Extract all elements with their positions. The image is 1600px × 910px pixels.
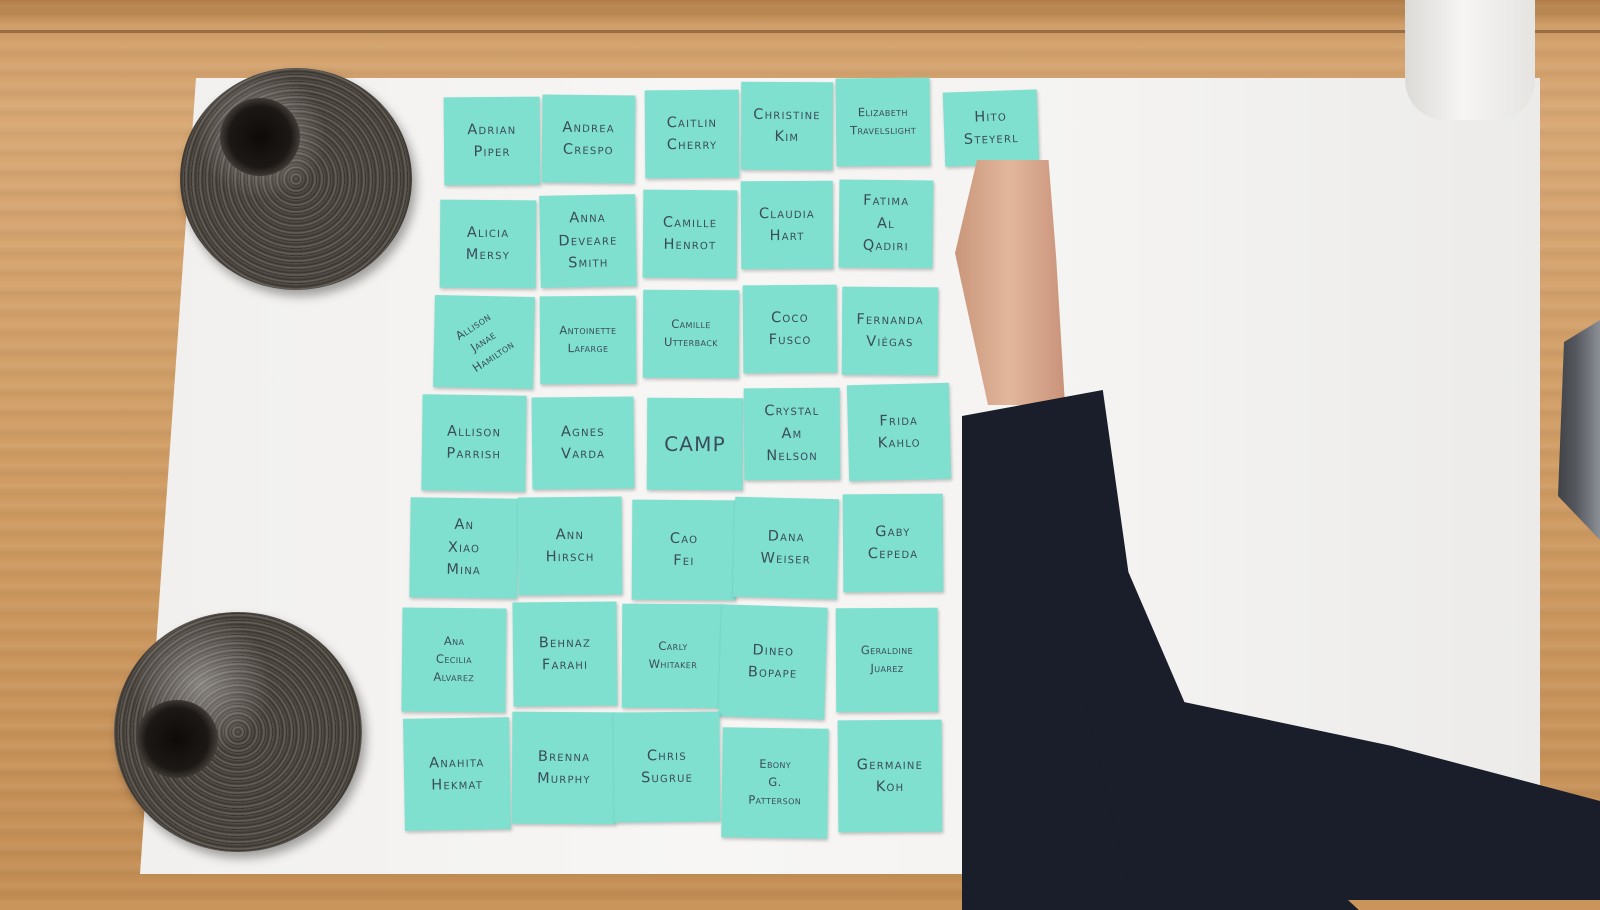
- sticky-note: Camille Utterback: [642, 289, 740, 379]
- note-label: Dana Weiser: [760, 528, 812, 568]
- sticky-note: Allison Parrish: [421, 394, 527, 492]
- note-label: Andrea Crespo: [562, 119, 615, 159]
- sticky-note-being-placed[interactable]: Hito Steyerl: [942, 89, 1040, 167]
- note-label: Cao Fei: [669, 530, 699, 570]
- sticky-note: Frida Kahlo: [846, 382, 952, 482]
- note-label: Germaine Koh: [856, 756, 924, 796]
- sticky-note: Fatima Al Qadiri: [838, 179, 934, 269]
- sticky-note: Dana Weiser: [732, 496, 840, 600]
- sticky-note: Chris Sugrue: [613, 711, 721, 823]
- note-label: Anahita Hekmat: [429, 754, 485, 794]
- sticky-note: Coco Fusco: [742, 284, 838, 374]
- sticky-note: Ebony G. Patterson: [721, 727, 829, 839]
- sticky-note: Andrea Crespo: [541, 94, 636, 184]
- note-label: Chris Sugrue: [641, 747, 694, 787]
- note-label: Brenna Murphy: [537, 748, 591, 788]
- sticky-note: Ana Cecilia Alvarez: [401, 607, 507, 713]
- sticky-note: An Xiao Mina: [409, 497, 519, 599]
- note-label: Fatima Al Qadiri: [862, 193, 910, 255]
- sticky-note: Elizabeth Travelslight: [835, 77, 931, 167]
- sticky-note: Allison Janae Hamilton: [433, 294, 535, 390]
- note-label: Caitlin Cherry: [666, 114, 718, 154]
- note-label: Frida Kahlo: [877, 412, 921, 452]
- note-label: Alicia Mersy: [465, 224, 511, 264]
- sticky-note: Caitlin Cherry: [644, 89, 740, 179]
- vase-opening: [220, 98, 300, 176]
- note-label: Fernanda Viégas: [856, 311, 924, 351]
- note-label: Geraldine Juarez: [860, 643, 914, 676]
- ceramic-vase-bottom: [114, 612, 362, 852]
- sticky-note: Ann Hirsch: [517, 496, 623, 596]
- note-label: Anna Deveare Smith: [558, 209, 618, 272]
- sticky-note: Cao Fei: [631, 499, 737, 601]
- note-label: Ana Cecilia Alvarez: [433, 634, 475, 685]
- sticky-note: Anna Deveare Smith: [539, 194, 637, 288]
- sticky-note: Gaby Cepeda: [842, 493, 944, 593]
- note-label: Behnaz Farahi: [538, 634, 592, 674]
- sticky-note: Dineo Bopape: [718, 604, 828, 720]
- note-label: Ann Hirsch: [545, 526, 595, 566]
- note-label: Allison Parrish: [446, 423, 502, 463]
- sticky-note: Fernanda Viégas: [841, 286, 939, 376]
- sticky-note: Crystal Am Nelson: [743, 387, 841, 481]
- note-label: Agnes Varda: [560, 423, 606, 463]
- sticky-note: Behnaz Farahi: [512, 601, 618, 707]
- sticky-note: Carly Whitaker: [621, 603, 725, 709]
- sticky-note: Geraldine Juarez: [835, 607, 939, 713]
- note-label: Hito Steyerl: [963, 107, 1020, 148]
- sticky-note: Christine Kim: [740, 81, 834, 171]
- sticky-note: Adrian Piper: [443, 96, 541, 186]
- sticky-note: CAMP: [646, 397, 744, 491]
- sticky-note: Camille Henrot: [642, 189, 738, 279]
- sticky-note: Alicia Mersy: [439, 199, 537, 289]
- note-label: Claudia Hart: [758, 205, 815, 245]
- table-seam: [0, 30, 1600, 33]
- sticky-note: Agnes Varda: [531, 396, 635, 490]
- note-label: Coco Fusco: [768, 309, 812, 349]
- sticky-note: Germaine Koh: [837, 719, 943, 833]
- note-label: Camille Utterback: [663, 317, 718, 350]
- note-label: Gaby Cepeda: [867, 523, 919, 563]
- ceramic-vase-top: [180, 68, 412, 290]
- note-label: An Xiao Mina: [446, 517, 482, 579]
- sticky-note: Claudia Hart: [740, 180, 834, 270]
- note-label: Allison Janae Hamilton: [453, 309, 517, 375]
- note-label: Camille Henrot: [662, 214, 718, 254]
- note-label: Dineo Bopape: [747, 641, 798, 682]
- note-label: Ebony G. Patterson: [748, 757, 802, 808]
- note-label: CAMP: [664, 431, 726, 456]
- sticky-note: Brenna Murphy: [511, 711, 617, 825]
- note-label: Carly Whitaker: [648, 639, 698, 672]
- vase-opening: [136, 700, 218, 778]
- note-label: Elizabeth Travelslight: [849, 104, 917, 138]
- sticky-note: Antoinette Lafarge: [539, 295, 637, 385]
- note-label: Adrian Piper: [467, 121, 517, 161]
- note-label: Antoinette Lafarge: [559, 322, 617, 356]
- note-label: Crystal Am Nelson: [764, 403, 820, 465]
- sticky-note: Anahita Hekmat: [403, 717, 511, 831]
- paper-roll-curl: [1405, 0, 1535, 120]
- note-label: Christine Kim: [753, 106, 821, 146]
